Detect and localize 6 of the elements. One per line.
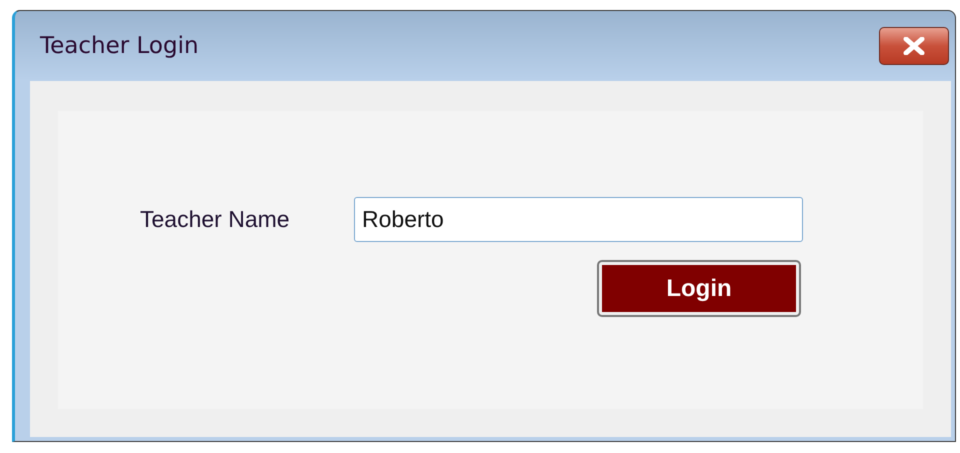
- field-label: Teacher Name: [140, 206, 291, 233]
- teacher-name-field[interactable]: Roberto: [354, 197, 803, 242]
- close-button[interactable]: [879, 27, 949, 65]
- close-icon: [901, 37, 927, 55]
- window-title: Teacher Login: [40, 33, 199, 59]
- login-button[interactable]: Login: [597, 260, 801, 317]
